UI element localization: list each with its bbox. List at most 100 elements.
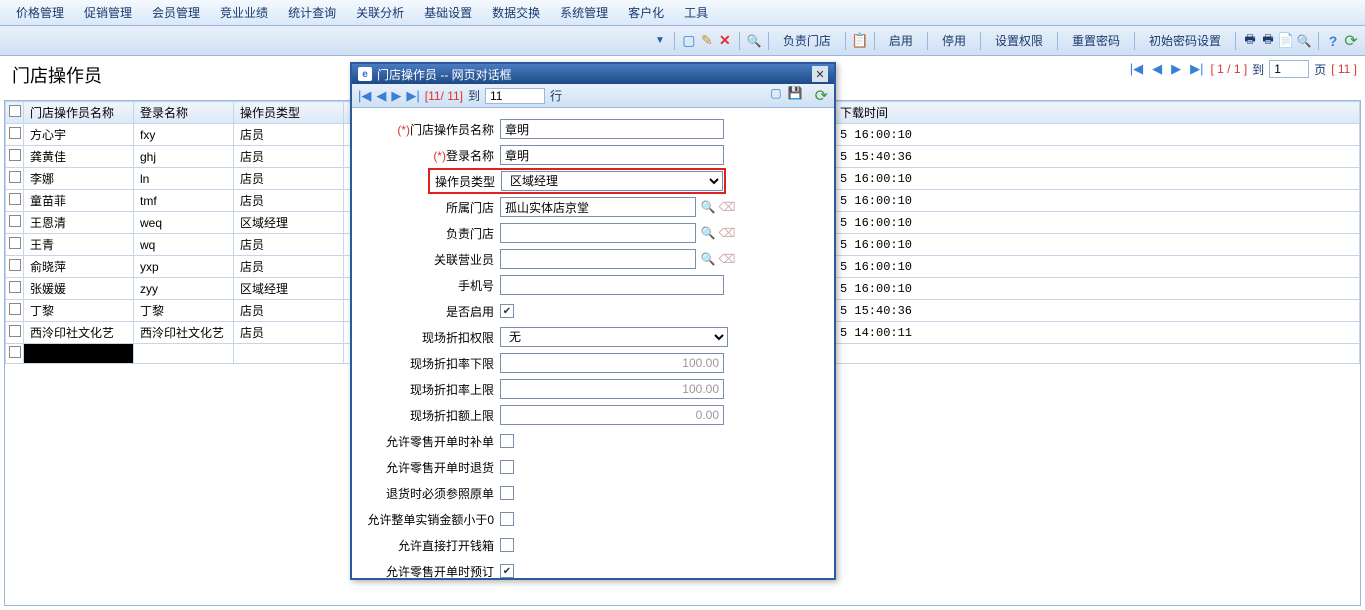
first-page-icon[interactable]: |◀ [1128,61,1145,77]
allow-neg-label: 允许整单实销金额小于0 [366,511,500,528]
menu-item[interactable]: 价格管理 [6,0,74,25]
menu-item[interactable]: 基础设置 [414,0,482,25]
set-permission-button[interactable]: 设置权限 [987,29,1051,52]
menu-item[interactable]: 客户化 [618,0,674,25]
must-ref-orig-checkbox[interactable] [500,486,514,500]
mobile-input[interactable] [500,275,724,295]
new-button[interactable] [681,33,697,49]
resp-store-button[interactable]: 负责门店 [775,29,839,52]
dlg-save-icon[interactable]: 💾 [788,86,803,106]
menu-item[interactable]: 关联分析 [346,0,414,25]
menu-item[interactable]: 竞业业绩 [210,0,278,25]
disc-amt-upper-label: 现场折扣额上限 [366,407,500,424]
print2-icon[interactable] [1260,33,1276,49]
name-input[interactable] [500,119,724,139]
allow-supp-label: 允许零售开单时补单 [366,433,500,450]
filter-icon[interactable] [652,33,668,49]
dlg-to-label: 到 [468,87,480,104]
menu-item[interactable]: 系统管理 [550,0,618,25]
dlg-first-icon[interactable]: |◀ [358,88,371,104]
column-header[interactable]: 下载时间 [834,102,1360,124]
menu-item[interactable]: 促销管理 [74,0,142,25]
copy-icon[interactable]: 📋 [852,33,868,49]
disc-rate-lower-input[interactable] [500,353,724,373]
table-cell: 张媛媛 [24,278,134,300]
table-cell: 童苗菲 [24,190,134,212]
store-input[interactable] [500,197,696,217]
login-input[interactable] [500,145,724,165]
delete-button[interactable] [717,33,733,49]
column-header[interactable]: 登录名称 [134,102,234,124]
dialog-titlebar: e 门店操作员 -- 网页对话框 ✕ [352,64,834,84]
search-button[interactable] [746,33,762,49]
column-header[interactable]: 门店操作员名称 [24,102,134,124]
table-cell [6,190,24,212]
resp-store-input[interactable] [500,223,696,243]
table-cell: 店员 [234,124,344,146]
dlg-last-icon[interactable]: ▶| [406,88,419,104]
dlg-page-input[interactable] [485,88,545,104]
store-erase-icon[interactable] [719,199,735,215]
preview-icon[interactable] [1296,33,1312,49]
allow-supp-checkbox[interactable] [500,434,514,448]
rel-sales-search-icon[interactable] [700,251,716,267]
table-cell: 5 15:40:36 [834,146,1360,168]
init-password-button[interactable]: 初始密码设置 [1141,29,1229,52]
resp-store-search-icon[interactable] [700,225,716,241]
table-cell: 5 14:00:11 [834,322,1360,344]
rel-sales-erase-icon[interactable] [719,251,735,267]
prev-page-icon[interactable]: ◀ [1150,61,1164,77]
table-cell: 店员 [234,256,344,278]
edit-button[interactable] [699,33,715,49]
help-icon[interactable] [1325,33,1341,49]
type-select[interactable]: 区域经理 [501,171,723,191]
reset-password-button[interactable]: 重置密码 [1064,29,1128,52]
rel-sales-input[interactable] [500,249,696,269]
enable-button[interactable]: 启用 [881,29,921,52]
name-label: 门店操作员名称 [410,123,494,137]
last-page-icon[interactable]: ▶| [1188,61,1205,77]
dialog-toolbar: |◀ ◀ ▶ ▶| [11/ 11] 到 行 💾 [352,84,834,108]
login-label: 登录名称 [446,149,494,163]
table-cell: 区域经理 [234,212,344,234]
column-header[interactable] [6,102,24,124]
table-cell: 西泠印社文化艺 [24,322,134,344]
export-icon[interactable]: 📄 [1278,33,1294,49]
table-cell [6,322,24,344]
table-cell: ghj [134,146,234,168]
dlg-next-icon[interactable]: ▶ [391,88,401,104]
menu-item[interactable]: 工具 [674,0,718,25]
menu-item[interactable]: 会员管理 [142,0,210,25]
allow-presale-checkbox[interactable] [500,564,514,578]
print-icon[interactable] [1242,33,1258,49]
table-cell: tmf [134,190,234,212]
resp-store-erase-icon[interactable] [719,225,735,241]
enabled-checkbox[interactable] [500,304,514,318]
disable-button[interactable]: 停用 [934,29,974,52]
allow-return-checkbox[interactable] [500,460,514,474]
ie-icon: e [358,67,372,81]
menu-item[interactable]: 统计查询 [278,0,346,25]
allow-neg-checkbox[interactable] [500,512,514,526]
store-search-icon[interactable] [700,199,716,215]
page-input[interactable] [1269,60,1309,78]
menu-item[interactable]: 数据交换 [482,0,550,25]
operator-dialog: e 门店操作员 -- 网页对话框 ✕ |◀ ◀ ▶ ▶| [11/ 11] 到 … [350,62,836,580]
table-cell [6,300,24,322]
refresh-icon[interactable] [1343,33,1359,49]
close-icon[interactable]: ✕ [812,66,828,82]
column-header[interactable]: 操作员类型 [234,102,344,124]
next-page-icon[interactable]: ▶ [1169,61,1183,77]
dlg-prev-icon[interactable]: ◀ [376,88,386,104]
table-cell: yxp [134,256,234,278]
disc-rate-upper-input[interactable] [500,379,724,399]
dlg-refresh-icon[interactable] [815,86,828,106]
dlg-new-icon[interactable] [770,86,781,106]
disc-perm-select[interactable]: 无 [500,327,728,347]
allow-cashbox-checkbox[interactable] [500,538,514,552]
table-cell: 5 16:00:10 [834,168,1360,190]
enabled-label: 是否启用 [366,303,500,320]
disc-amt-upper-input[interactable] [500,405,724,425]
toolbar: 负责门店 📋 启用 停用 设置权限 重置密码 初始密码设置 📄 [0,26,1365,56]
table-cell [6,168,24,190]
